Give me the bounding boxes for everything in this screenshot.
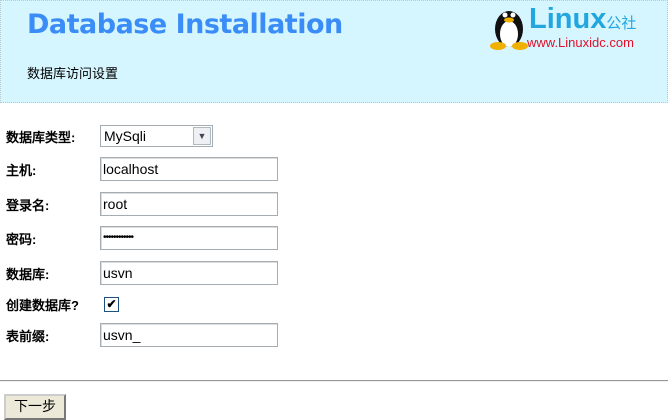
- logo-brand: Linux公社: [529, 3, 637, 35]
- host-label: 主机:: [6, 162, 37, 178]
- logo-url: www.Linuxidc.com: [527, 35, 634, 50]
- password-input[interactable]: ••••••••••••: [100, 226, 278, 250]
- db-type-select[interactable]: MySqli ▼: [100, 125, 213, 147]
- db-type-label: 数据库类型:: [6, 129, 76, 145]
- site-logo: Linux公社 www.Linuxidc.com: [489, 3, 668, 51]
- divider: [0, 380, 668, 382]
- penguin-icon: [490, 11, 528, 50]
- chevron-down-icon[interactable]: ▼: [193, 127, 211, 145]
- password-label: 密码:: [6, 231, 37, 247]
- prefix-input[interactable]: usvn_: [100, 323, 278, 347]
- page-subtitle: 数据库访问设置: [27, 66, 119, 81]
- database-input[interactable]: usvn: [100, 261, 278, 285]
- host-input[interactable]: localhost: [100, 157, 278, 181]
- database-label: 数据库:: [6, 266, 50, 282]
- database-row: 数据库: usvn: [6, 261, 278, 285]
- create-db-row: 创建数据库? ✔: [6, 292, 119, 316]
- login-row: 登录名: root: [6, 192, 278, 216]
- password-row: 密码: ••••••••••••: [6, 226, 278, 250]
- login-input[interactable]: root: [100, 192, 278, 216]
- create-db-label: 创建数据库?: [6, 297, 79, 313]
- page-title: Database Installation: [27, 9, 343, 40]
- db-type-row: 数据库类型: MySqli ▼: [6, 124, 213, 148]
- prefix-label: 表前缀:: [6, 328, 50, 344]
- prefix-row: 表前缀: usvn_: [6, 323, 278, 347]
- next-button[interactable]: 下一步: [4, 394, 66, 420]
- login-label: 登录名:: [6, 197, 50, 213]
- header-banner: Database Installation 数据库访问设置 Linux公社 ww…: [0, 0, 668, 103]
- host-row: 主机: localhost: [6, 157, 278, 181]
- create-db-checkbox[interactable]: ✔: [104, 296, 119, 312]
